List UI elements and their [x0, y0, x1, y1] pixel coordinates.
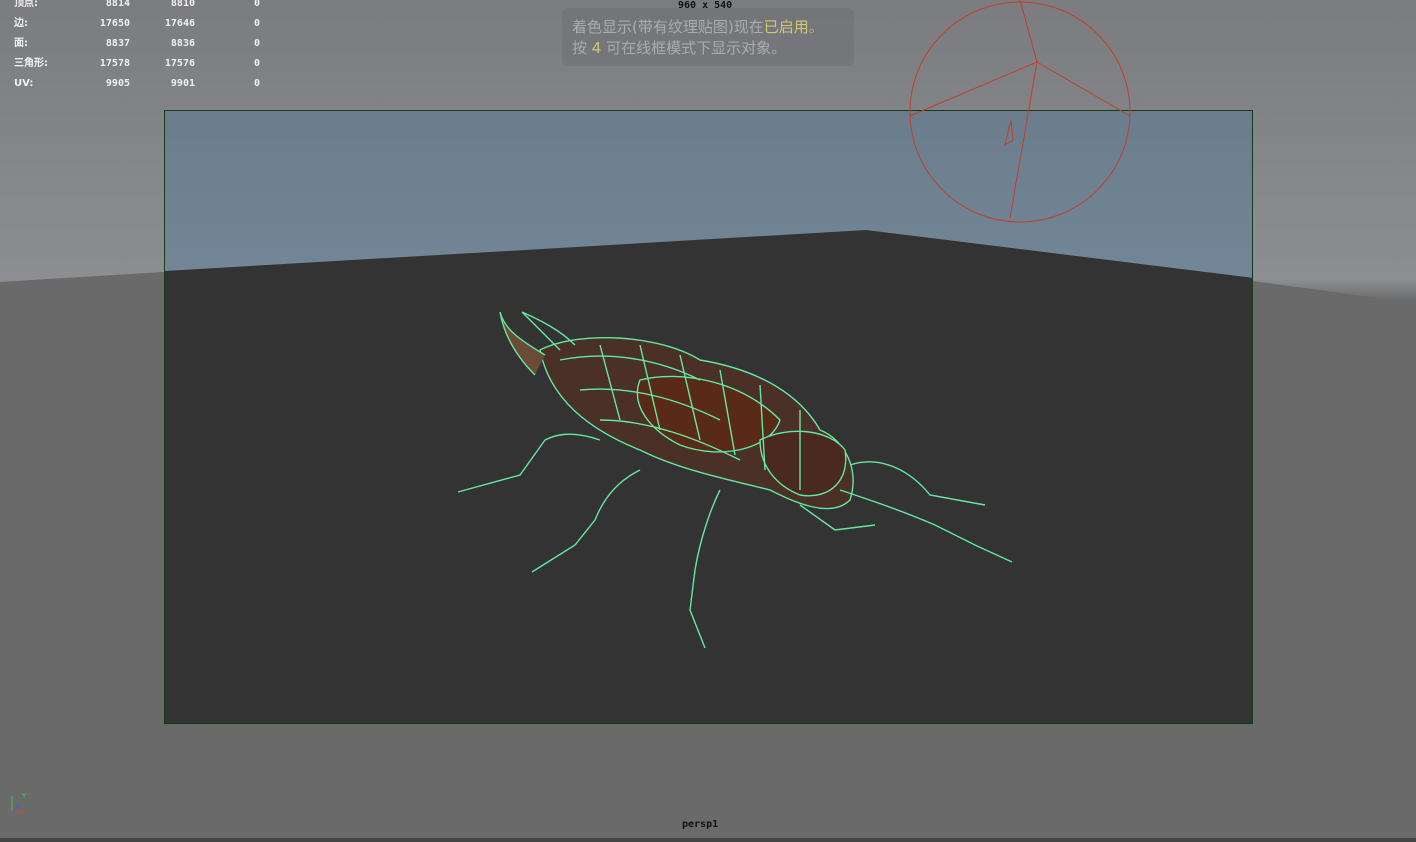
- camera-name-label: persp1: [682, 819, 719, 830]
- poly-count-hud: 顶点: 8814 8810 0 边: 17650 17646 0 面: 8837…: [14, 0, 260, 94]
- notice-line-1: 着色显示(带有纹理贴图)现在已启用。: [572, 18, 824, 36]
- svg-text:Y: Y: [21, 792, 27, 800]
- light-gizmo-icon[interactable]: [905, 0, 1135, 230]
- 3d-viewport[interactable]: 顶点: 8814 8810 0 边: 17650 17646 0 面: 8837…: [0, 0, 1416, 842]
- hud-row-faces: 面: 8837 8836 0: [14, 38, 260, 49]
- shading-notice: 着色显示(带有纹理贴图)现在已启用。 按 4 可在线框模式下显示对象。: [562, 8, 854, 66]
- hud-row-edges: 边: 17650 17646 0: [14, 18, 260, 29]
- notice-line-2: 按 4 可在线框模式下显示对象。: [572, 39, 787, 57]
- viewport-bottom-edge: [0, 838, 1416, 842]
- axis-gizmo-icon: Y: [11, 792, 27, 813]
- hud-row-triangles: 三角形: 17578 17576 0: [14, 58, 260, 69]
- hud-row-vertices: 顶点: 8814 8810 0: [14, 0, 260, 9]
- hud-row-uvs: UV: 9905 9901 0: [14, 78, 260, 89]
- beetle-wireframe-model[interactable]: [0, 0, 1416, 842]
